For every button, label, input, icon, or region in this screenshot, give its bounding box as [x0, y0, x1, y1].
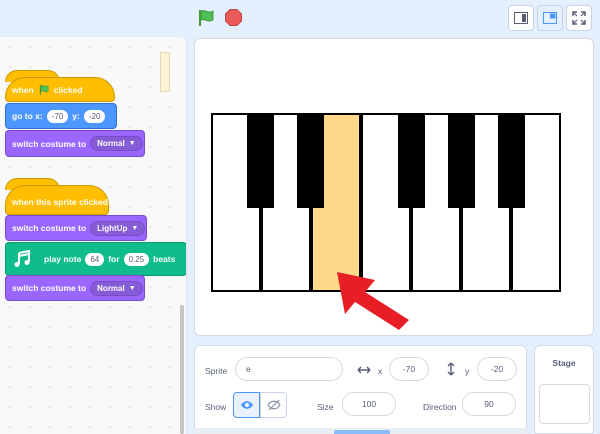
selected-sprite-indicator — [334, 430, 390, 434]
code-area[interactable]: when clicked go to x: -70 y: -20 switch … — [0, 37, 187, 434]
stop-icon[interactable] — [225, 9, 242, 26]
size-input[interactable]: 100 — [342, 392, 396, 416]
caret-down-icon: ▼ — [128, 140, 136, 147]
stage-thumbnail[interactable] — [539, 384, 590, 424]
y-arrows-icon — [447, 362, 455, 376]
normal-stage-button[interactable] — [537, 5, 563, 31]
x-input[interactable]: -70 — [46, 109, 69, 123]
show-label: Show — [205, 402, 227, 412]
direction-label: Direction — [423, 402, 457, 412]
piano-black-key[interactable] — [448, 113, 475, 208]
eye-icon — [240, 401, 253, 409]
small-stage-icon — [514, 12, 528, 24]
piano-black-key[interactable] — [247, 113, 274, 208]
music-note-icon — [14, 249, 30, 267]
fullscreen-button[interactable] — [566, 5, 592, 31]
sprite-info-panel: Sprite e x -70 y -20 Show Size 100 Direc… — [194, 345, 527, 434]
sprite-name-input[interactable]: e — [235, 357, 343, 381]
piano-sprite[interactable] — [211, 113, 561, 292]
stage-selector-panel[interactable]: Stage — [534, 345, 594, 434]
when-sprite-clicked-block[interactable]: when this sprite clicked — [5, 185, 109, 215]
costume-dropdown[interactable]: Normal ▼ — [90, 280, 143, 296]
costume-dropdown[interactable]: Normal ▼ — [90, 136, 143, 151]
show-hidden-button[interactable] — [260, 392, 287, 418]
y-input[interactable]: -20 — [477, 357, 517, 381]
sprite-list-strip — [194, 428, 527, 434]
piano-black-key[interactable] — [398, 113, 425, 208]
comment-note[interactable] — [160, 52, 170, 92]
green-flag-icon[interactable] — [196, 8, 216, 28]
x-input[interactable]: -70 — [389, 357, 429, 381]
sprite-label: Sprite — [205, 366, 228, 376]
fullscreen-icon — [572, 11, 586, 25]
switch-costume-block[interactable]: switch costume to Normal ▼ — [5, 275, 145, 301]
when-flag-clicked-block[interactable]: when clicked — [5, 77, 115, 102]
switch-costume-block[interactable]: switch costume to Normal ▼ — [5, 130, 145, 157]
caret-down-icon: ▼ — [131, 224, 139, 232]
show-visible-button[interactable] — [233, 392, 260, 418]
switch-costume-block[interactable]: switch costume to LightUp ▼ — [5, 215, 147, 241]
red-arrow-icon — [337, 272, 409, 330]
caret-down-icon: ▼ — [128, 284, 136, 292]
normal-stage-icon — [543, 12, 557, 24]
eye-slash-icon — [266, 399, 281, 411]
note-input[interactable]: 64 — [85, 252, 105, 266]
x-arrows-icon — [357, 366, 371, 374]
green-flag-icon — [39, 84, 49, 95]
direction-input[interactable]: 90 — [462, 392, 516, 416]
y-input[interactable]: -20 — [83, 109, 106, 123]
piano-black-key[interactable] — [297, 113, 324, 208]
beats-input[interactable]: 0.25 — [123, 252, 150, 266]
play-note-block[interactable]: play note 64 for 0.25 beats — [5, 242, 186, 276]
code-scrollbar[interactable] — [180, 305, 184, 434]
piano-black-key[interactable] — [498, 113, 525, 208]
small-stage-button[interactable] — [508, 5, 534, 31]
costume-dropdown[interactable]: LightUp ▼ — [90, 220, 146, 236]
stage-title: Stage — [552, 358, 576, 368]
go-to-xy-block[interactable]: go to x: -70 y: -20 — [5, 103, 117, 129]
size-label: Size — [317, 402, 334, 412]
